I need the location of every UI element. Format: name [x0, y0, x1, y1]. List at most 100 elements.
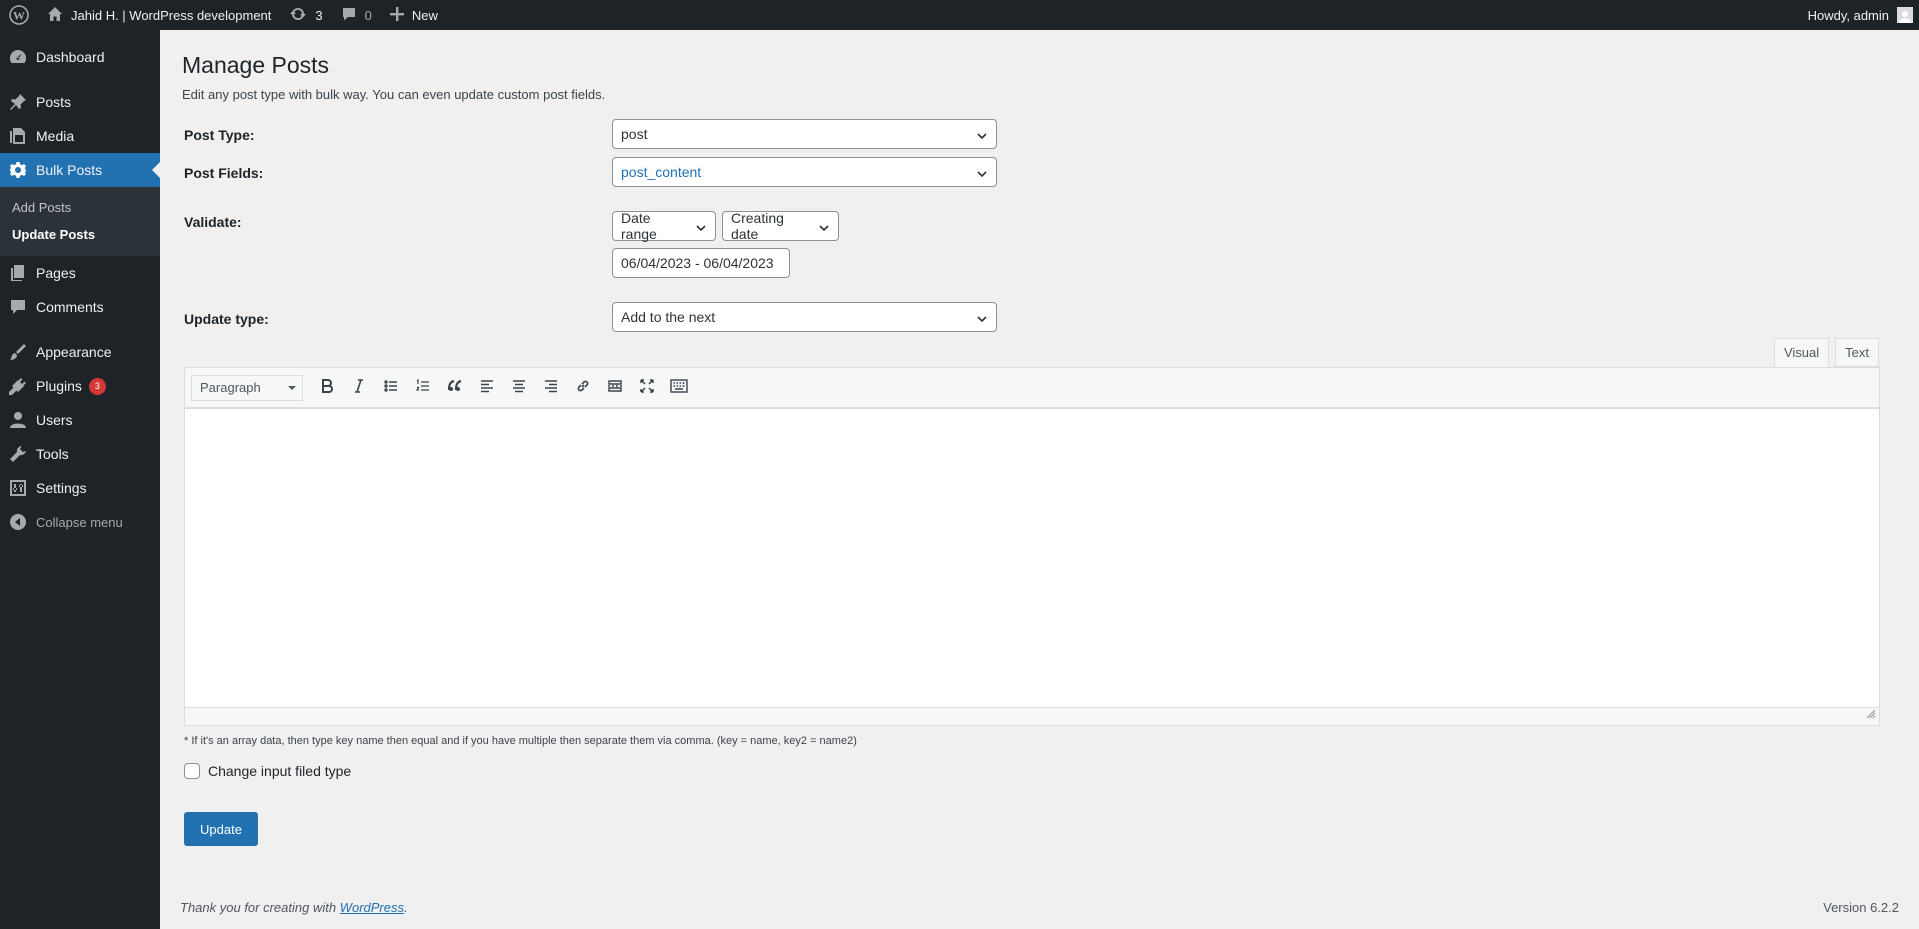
italic-button[interactable] [343, 373, 375, 403]
collapse-menu-button[interactable]: Collapse menu [0, 505, 160, 539]
footer-thanks: Thank you for creating with WordPress. [180, 900, 408, 915]
tab-visual[interactable]: Visual [1773, 338, 1830, 367]
post-fields-label: Post Fields: [184, 165, 264, 181]
validate-by-value: Creating date [731, 210, 784, 242]
plugin-icon [0, 377, 36, 395]
comments-link[interactable]: 0 [332, 0, 381, 30]
sidebar-item-appearance[interactable]: Appearance [0, 335, 160, 369]
sidebar-item-plugins[interactable]: Plugins 3 [0, 369, 160, 403]
change-input-type-label[interactable]: Change input filed type [208, 763, 351, 779]
site-name-link[interactable]: Jahid H. | WordPress development [38, 0, 280, 30]
change-input-type-checkbox[interactable] [184, 763, 200, 779]
post-type-select[interactable]: post [612, 119, 997, 149]
submenu-add-posts[interactable]: Add Posts [0, 194, 160, 221]
footer-version: Version 6.2.2 [1823, 900, 1899, 915]
media-icon [0, 127, 36, 145]
sidebar-item-label: Dashboard [36, 49, 105, 65]
toolbar-toggle-button[interactable] [663, 373, 695, 403]
format-value: Paragraph [200, 380, 261, 395]
bulk-posts-submenu: Add Posts Update Posts [0, 187, 160, 256]
sidebar-item-label: Appearance [36, 344, 112, 360]
sidebar-item-dashboard[interactable]: Dashboard [0, 40, 160, 74]
editor-status-bar [184, 708, 1880, 726]
wrench-icon [0, 445, 36, 463]
sidebar-item-comments[interactable]: Comments [0, 290, 160, 324]
sidebar-item-label: Comments [36, 299, 104, 315]
main-content: Manage Posts Edit any post type with bul… [160, 30, 1919, 929]
quote-icon [447, 378, 463, 397]
fullscreen-button[interactable] [631, 373, 663, 403]
update-button[interactable]: Update [184, 812, 258, 846]
date-range-value: 06/04/2023 - 06/04/2023 [621, 255, 774, 271]
gear-icon [0, 161, 36, 179]
admin-bar: W Jahid H. | WordPress development 3 0 N… [0, 0, 1919, 30]
sidebar-item-label: Users [36, 412, 73, 428]
sidebar-item-label: Pages [36, 265, 76, 281]
post-fields-select[interactable]: post_content [612, 157, 997, 187]
numbered-list-icon [415, 378, 431, 397]
editor-toolbar: Paragraph [184, 367, 1880, 408]
post-fields-value: post_content [621, 164, 702, 180]
howdy-text: Howdy, admin [1807, 7, 1889, 23]
wordpress-link[interactable]: WordPress [340, 900, 404, 915]
sidebar-item-media[interactable]: Media [0, 119, 160, 153]
bullet-list-icon [383, 378, 399, 397]
home-icon [47, 6, 63, 25]
account-menu[interactable]: Howdy, admin [1799, 0, 1919, 30]
update-type-select[interactable]: Add to the next [612, 302, 997, 332]
post-type-label: Post Type: [184, 127, 255, 143]
bold-icon [319, 378, 335, 397]
page-description: Edit any post type with bulk way. You ca… [182, 87, 606, 102]
read-more-button[interactable] [599, 373, 631, 403]
align-left-icon [479, 378, 495, 397]
format-select[interactable]: Paragraph [191, 374, 303, 401]
updates-count: 3 [315, 7, 323, 23]
validate-by-select[interactable]: Creating date [722, 210, 839, 242]
collapse-menu-label: Collapse menu [36, 514, 123, 530]
sidebar-item-label: Posts [36, 94, 72, 110]
sidebar-item-label: Bulk Posts [36, 162, 103, 178]
tab-text[interactable]: Text [1835, 338, 1879, 367]
site-name: Jahid H. | WordPress development [71, 7, 272, 23]
comment-icon [0, 298, 36, 316]
date-range-input[interactable]: 06/04/2023 - 06/04/2023 [612, 248, 790, 278]
user-icon [0, 411, 36, 429]
align-center-button[interactable] [503, 373, 535, 403]
sidebar-item-users[interactable]: Users [0, 403, 160, 437]
sidebar-item-label: Plugins [36, 378, 82, 394]
align-left-button[interactable] [471, 373, 503, 403]
sidebar-item-label: Tools [36, 446, 69, 462]
collapse-icon [0, 514, 36, 530]
blockquote-button[interactable] [439, 373, 471, 403]
editor-content-area[interactable] [184, 408, 1880, 708]
validate-mode-select[interactable]: Date range [612, 210, 716, 242]
submenu-update-posts[interactable]: Update Posts [0, 221, 160, 248]
sidebar-item-tools[interactable]: Tools [0, 437, 160, 471]
sidebar-item-settings[interactable]: Settings [0, 471, 160, 505]
link-icon [575, 378, 591, 397]
updates-icon [289, 5, 307, 26]
numbered-list-button[interactable] [407, 373, 439, 403]
array-data-note: * If it's an array data, then type key n… [184, 735, 857, 747]
post-type-value: post [621, 126, 648, 142]
sidebar-item-pages[interactable]: Pages [0, 256, 160, 290]
wordpress-logo-icon[interactable]: W [0, 0, 38, 30]
validate-mode-value: Date range [621, 210, 657, 242]
sidebar-item-label: Settings [36, 480, 87, 496]
bold-button[interactable] [311, 373, 343, 403]
editor-tabs: Visual Text [1773, 338, 1879, 367]
pin-icon [0, 93, 36, 111]
updates-link[interactable]: 3 [280, 0, 331, 30]
footer-thanks-suffix: . [404, 900, 408, 915]
insert-link-button[interactable] [567, 373, 599, 403]
change-input-type-row: Change input filed type [184, 763, 351, 779]
sidebar-item-posts[interactable]: Posts [0, 85, 160, 119]
resize-handle-icon[interactable] [1866, 707, 1876, 722]
chevron-down-icon [976, 312, 988, 328]
bullet-list-button[interactable] [375, 373, 407, 403]
comment-icon [341, 6, 357, 25]
sidebar-item-bulk-posts[interactable]: Bulk Posts [0, 153, 160, 187]
align-right-button[interactable] [535, 373, 567, 403]
new-content-link[interactable]: New [381, 0, 447, 30]
chevron-down-icon [976, 129, 988, 145]
